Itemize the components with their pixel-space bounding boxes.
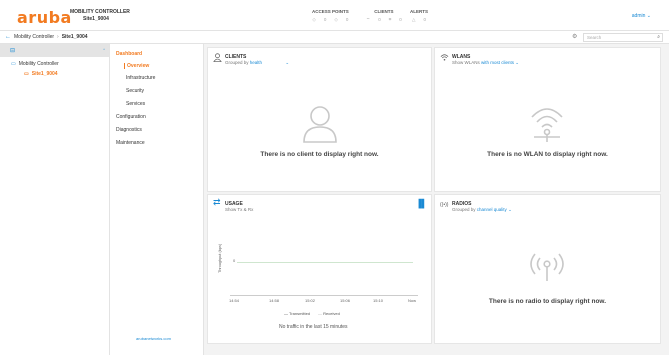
aruba-logo[interactable]: aruba — [17, 8, 72, 27]
user-menu[interactable]: admin ⌄ — [632, 13, 651, 19]
back-arrow-icon[interactable]: ← — [5, 34, 11, 40]
stat-access-points[interactable]: ACCESS POINTS ◇ 0 ◇ 0 — [312, 9, 349, 23]
usage-x-axis — [230, 295, 418, 296]
tree-icon[interactable]: ⊟ — [10, 47, 15, 54]
clients-group-by-dropdown[interactable]: health — [250, 60, 262, 65]
nav-services[interactable]: Services — [126, 101, 145, 107]
empty-radio-icon — [530, 253, 564, 281]
ap-up-icon: ◇ — [312, 17, 316, 22]
wlans-subtitle: Show WLANs with most clients ⌄ — [452, 60, 520, 65]
alert-icon: △ — [412, 17, 416, 22]
nav-configuration[interactable]: Configuration — [116, 114, 146, 120]
stat-access-points-label: ACCESS POINTS — [312, 9, 349, 14]
radios-group-by-dropdown[interactable]: channel quality ⌄ — [477, 207, 512, 212]
controller-identity: MOBILITY CONTROLLER Site1_9004 — [70, 9, 130, 23]
chevron-down-icon: ⌄ — [646, 13, 651, 19]
stat-alerts[interactable]: ALERTS △ 0 — [410, 9, 428, 23]
folder-icon: ▭ — [11, 61, 16, 67]
tree-toolbar: ⊟ ▫ — [0, 44, 109, 57]
site-name: Site1_9004 — [83, 16, 109, 22]
clients-subtitle: Grouped by health ⌄ — [225, 60, 290, 65]
wifi-icon: ⌔ — [366, 17, 371, 22]
usage-x-tick: 15:02 — [305, 298, 316, 303]
usage-x-tick: Now — [408, 298, 417, 303]
wlans-empty-message: There is no WLAN to display right now. — [487, 151, 608, 158]
usage-panel: ⇄ USAGE Show Tx & Rx ▐▌ Throughput (bps)… — [207, 194, 432, 344]
tree-item-mobility-controller[interactable]: ▭ Mobility Controller — [0, 59, 109, 69]
nav-security[interactable]: Security — [126, 88, 144, 94]
swap-arrows-icon: ⇄ — [213, 197, 221, 207]
user-icon — [213, 53, 222, 62]
stat-alerts-label: ALERTS — [410, 9, 428, 14]
tree-collapse-icon[interactable]: ▫ — [103, 47, 105, 53]
wired-icon: ⌗ — [388, 17, 392, 22]
radios-panel: ((•)) RADIOS Grouped by channel quality … — [434, 194, 661, 344]
radios-empty-message: There is no radio to display right now. — [488, 298, 607, 305]
wlans-panel: WLANS Show WLANs with most clients ⌄ The… — [434, 47, 661, 192]
breadcrumb-separator: › — [57, 34, 59, 40]
clients-panel: CLIENTS Grouped by health ⌄ There is no … — [207, 47, 432, 192]
left-nav: Dashboard Overview Infrastructure Securi… — [110, 44, 204, 355]
empty-clients-icon — [303, 106, 337, 143]
wlans-mode-dropdown[interactable]: with most clients ⌄ — [481, 60, 519, 65]
legend-transmitted[interactable]: — Transmitted — [284, 311, 310, 316]
clients-empty-message: There is no client to display right now. — [260, 151, 379, 158]
nav-overview[interactable]: Overview — [124, 63, 149, 69]
chevron-down-icon[interactable]: ⌄ — [285, 60, 289, 65]
breadcrumb: ← Mobility Controller › Site1_9004 — [5, 34, 88, 40]
search-icon: ⌕ — [657, 34, 660, 40]
usage-subtitle: Show Tx & Rx — [225, 207, 254, 212]
settings-icon[interactable]: ⚙ — [572, 33, 577, 40]
breadcrumb-bar: ← Mobility Controller › Site1_9004 ⚙ Sea… — [0, 31, 669, 44]
wifi-icon — [440, 54, 449, 61]
usage-empty-message: No traffic in the last 15 minutes — [279, 324, 348, 330]
nav-footer-link[interactable]: arubanetworks.com — [136, 336, 171, 341]
usage-baseline — [237, 262, 413, 263]
usage-x-tick: 15:06 — [340, 298, 351, 303]
usage-x-tick: 14:54 — [229, 298, 240, 303]
legend-received[interactable]: — Received — [318, 311, 340, 316]
nav-maintenance[interactable]: Maintenance — [116, 140, 145, 146]
breadcrumb-current: Site1_9004 — [61, 34, 88, 40]
nav-dashboard[interactable]: Dashboard — [116, 51, 142, 57]
search-input[interactable]: Search ⌕ — [583, 33, 663, 42]
radios-subtitle: Grouped by channel quality ⌄ — [452, 207, 512, 212]
product-name: MOBILITY CONTROLLER — [70, 9, 130, 15]
breadcrumb-root[interactable]: Mobility Controller — [14, 34, 54, 40]
tree-item-site[interactable]: ▭ Site1_9004 — [0, 69, 109, 79]
usage-x-tick: 14:58 — [269, 298, 280, 303]
empty-wlan-icon — [531, 108, 563, 142]
nav-diagnostics[interactable]: Diagnostics — [116, 127, 142, 133]
ap-down-icon: ◇ — [334, 17, 338, 22]
controller-icon: ▭ — [24, 71, 29, 77]
usage-x-tick: 15:10 — [373, 298, 384, 303]
nav-infrastructure[interactable]: Infrastructure — [126, 75, 155, 81]
hierarchy-tree: ⊟ ▫ ▭ Mobility Controller ▭ Site1_9004 — [0, 44, 110, 355]
usage-legend: — Transmitted — Received — [284, 311, 340, 316]
usage-y-axis-label: Throughput (bps) — [218, 243, 222, 273]
top-bar: aruba MOBILITY CONTROLLER Site1_9004 ACC… — [0, 0, 669, 31]
stat-clients-label: CLIENTS — [374, 9, 394, 14]
stat-clients[interactable]: CLIENTS ⌔ 0 ⌗ 0 — [366, 9, 402, 23]
usage-y-tick: 0 — [233, 258, 236, 263]
radio-icon: ((•)) — [440, 202, 449, 208]
bar-chart-icon[interactable]: ▐▌ — [416, 199, 427, 208]
